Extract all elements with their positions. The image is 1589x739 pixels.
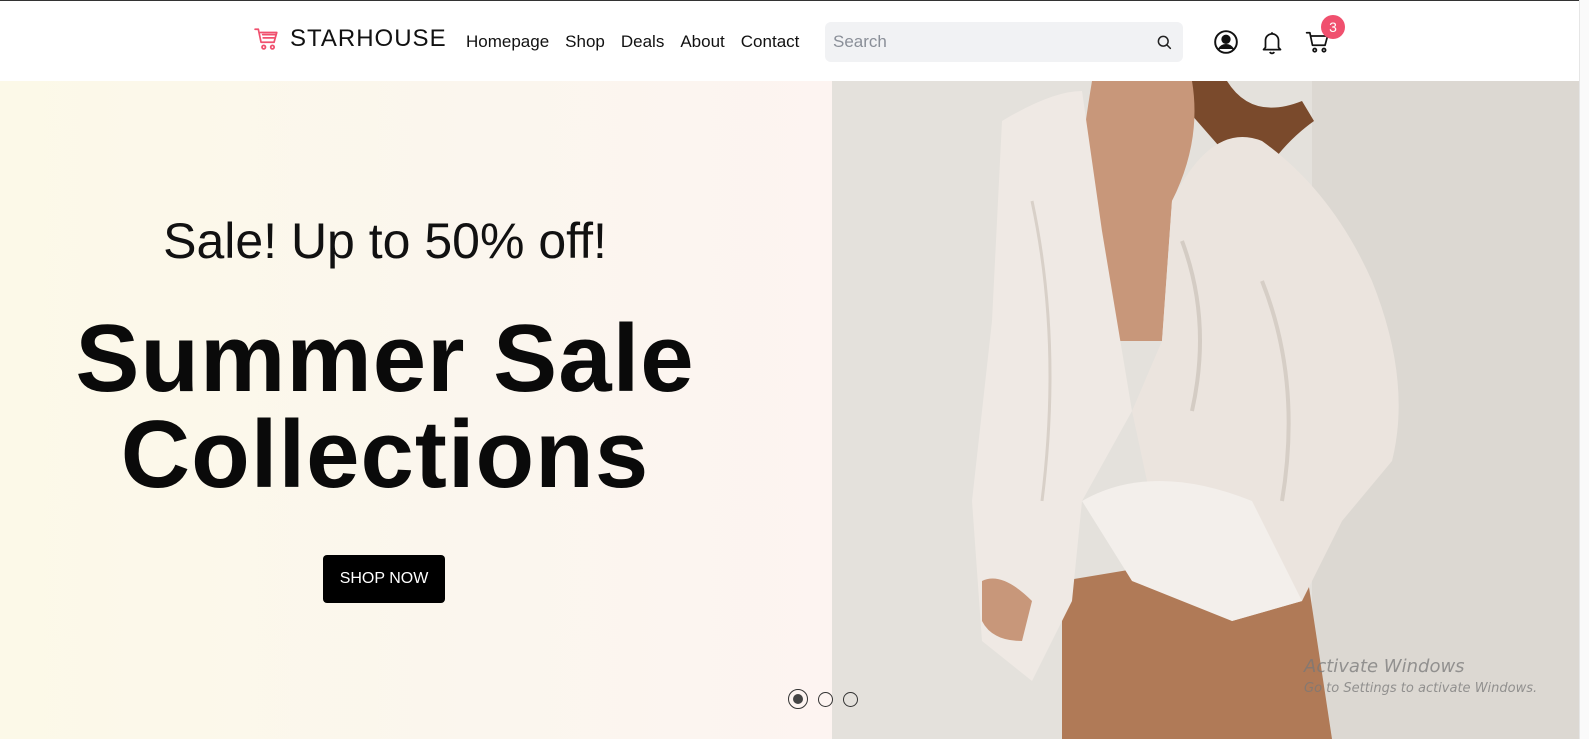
windows-activation-watermark: Activate Windows Go to Settings to activ… (1304, 656, 1537, 696)
shop-now-button[interactable]: SHOP NOW (323, 555, 445, 603)
hero-image (832, 81, 1579, 739)
nav-deals[interactable]: Deals (621, 32, 664, 52)
hero-headline-line2: Collections (120, 401, 650, 508)
bell-icon (1262, 32, 1282, 55)
brand[interactable]: STARHOUSE (254, 25, 447, 53)
main-nav: Homepage Shop Deals About Contact (466, 32, 799, 52)
cart-count-badge: 3 (1321, 15, 1345, 39)
browser-scrollbar[interactable] (1579, 0, 1589, 739)
nav-homepage[interactable]: Homepage (466, 32, 549, 52)
shopping-cart-icon (254, 28, 278, 50)
carousel-dot-2[interactable] (818, 691, 833, 707)
search-bar (825, 22, 1183, 62)
nav-about[interactable]: About (680, 32, 724, 52)
hero-headline: Summer Sale Collections (0, 311, 770, 503)
search-input[interactable] (833, 32, 1155, 52)
carousel-dot-1[interactable] (788, 689, 808, 709)
nav-contact[interactable]: Contact (741, 32, 800, 52)
hero-photo (832, 81, 1579, 739)
hero-subheading: Sale! Up to 50% off! (163, 213, 607, 269)
watermark-title: Activate Windows (1304, 656, 1465, 677)
account-button[interactable] (1213, 29, 1239, 55)
brand-name: STARHOUSE (290, 25, 447, 52)
hero-carousel: Sale! Up to 50% off! Summer Sale Collect… (0, 81, 1579, 739)
site-header: STARHOUSE Homepage Shop Deals About Cont… (0, 0, 1579, 80)
search-icon[interactable] (1155, 33, 1173, 51)
carousel-dot-3[interactable] (843, 691, 858, 707)
user-circle-icon (1214, 30, 1238, 54)
notifications-button[interactable] (1259, 29, 1285, 55)
watermark-subtitle: Go to Settings to activate Windows. (1304, 681, 1538, 696)
nav-shop[interactable]: Shop (565, 32, 605, 52)
carousel-indicators (788, 689, 858, 709)
hero-headline-line1: Summer Sale (75, 305, 695, 412)
hero-text-panel: Sale! Up to 50% off! Summer Sale Collect… (0, 81, 832, 739)
